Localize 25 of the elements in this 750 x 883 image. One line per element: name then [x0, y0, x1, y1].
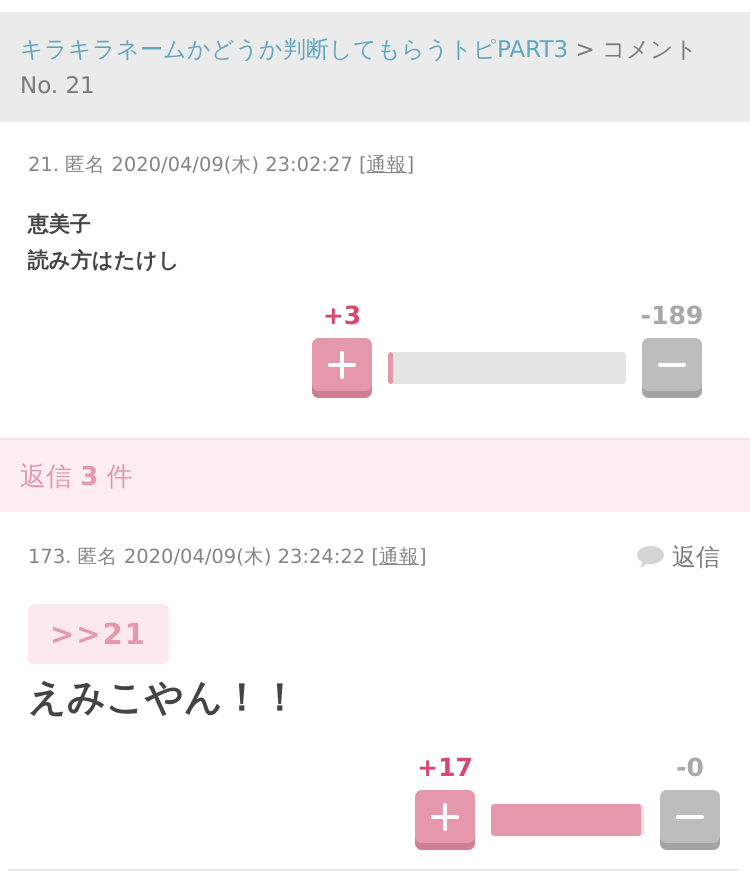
plus-icon: [431, 803, 459, 831]
minus-icon: [658, 363, 686, 367]
plus-count: +17: [417, 754, 473, 782]
plus-vote-button[interactable]: [415, 790, 475, 850]
quote-anchor-link[interactable]: >>21: [28, 604, 169, 664]
report-link[interactable]: 通報: [366, 153, 407, 176]
report-link[interactable]: 通報: [379, 545, 420, 568]
reply-body: えみこやん！！: [28, 674, 300, 720]
comment-text: 読み方はたけし: [28, 247, 181, 274]
topic-link[interactable]: キラキラネームかどうか判断してもらうトピPART3: [20, 37, 568, 63]
plus-icon: [328, 351, 356, 379]
plus-count: +3: [322, 302, 362, 330]
minus-vote-button[interactable]: [642, 338, 702, 398]
minus-vote-button[interactable]: [660, 790, 720, 850]
reply-button[interactable]: 返信: [637, 542, 720, 572]
minus-count: -0: [676, 754, 704, 782]
comment-meta: 21. 匿名 2020/04/09(木) 23:02:27 [通報]: [28, 152, 416, 178]
replies-count: 返信 3 件: [20, 460, 133, 494]
speech-bubble-icon: [637, 546, 664, 568]
comment-text: 恵美子: [28, 211, 92, 238]
breadcrumb: キラキラネームかどうか判断してもらうトピPART3 > コメント No. 21: [20, 36, 700, 101]
minus-icon: [676, 815, 704, 819]
comment-meta: 173. 匿名 2020/04/09(木) 23:24:22 [通報]: [28, 544, 427, 570]
plus-vote-button[interactable]: [312, 338, 372, 398]
minus-count: -189: [640, 302, 704, 330]
